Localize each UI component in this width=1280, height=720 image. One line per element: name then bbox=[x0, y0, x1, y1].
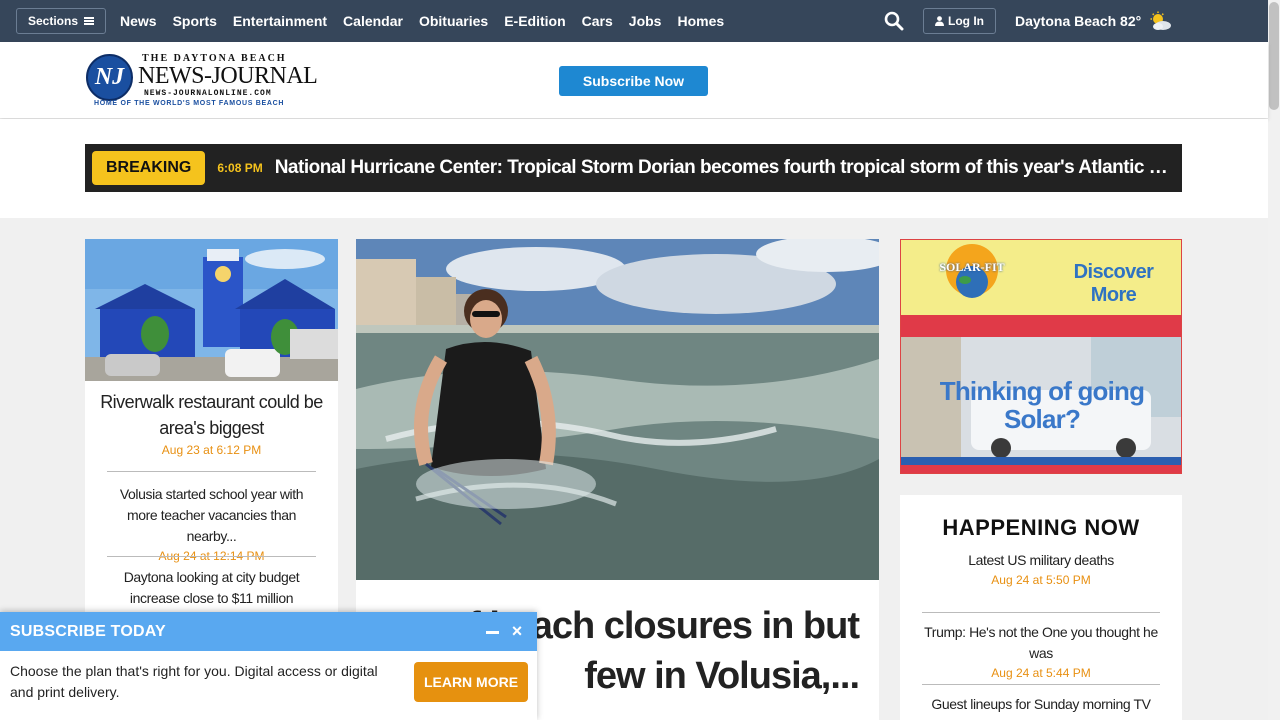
happening-headline[interactable]: Trump: He's not the One you thought he w… bbox=[922, 622, 1160, 664]
weather-text: Daytona Beach 82° bbox=[1015, 13, 1142, 29]
story-card[interactable]: Daytona looking at city budget increase … bbox=[103, 567, 320, 609]
happening-now-title: HAPPENING NOW bbox=[942, 515, 1140, 540]
nav-link-obituaries[interactable]: Obituaries bbox=[419, 13, 488, 29]
subscribe-now-button[interactable]: Subscribe Now bbox=[559, 66, 708, 96]
popup-header: SUBSCRIBE TODAY bbox=[0, 612, 537, 651]
sections-label: Sections bbox=[28, 14, 79, 28]
login-label: Log In bbox=[948, 14, 984, 28]
subscribe-popup: SUBSCRIBE TODAY × Choose the plan that's… bbox=[0, 612, 537, 720]
happening-item[interactable]: Guest lineups for Sunday morning TV news… bbox=[922, 694, 1160, 720]
story-headline[interactable]: Volusia started school year with more te… bbox=[103, 484, 320, 547]
hamburger-icon bbox=[84, 17, 95, 25]
search-icon[interactable] bbox=[884, 11, 904, 31]
happening-item[interactable]: Trump: He's not the One you thought he w… bbox=[922, 622, 1160, 680]
nav-link-homes[interactable]: Homes bbox=[677, 13, 724, 29]
happening-item[interactable]: Latest US military deaths Aug 24 at 5:50… bbox=[922, 550, 1160, 587]
nav-link-entertainment[interactable]: Entertainment bbox=[233, 13, 327, 29]
happening-headline[interactable]: Guest lineups for Sunday morning TV news… bbox=[922, 694, 1160, 720]
riverwalk-restaurant-image[interactable] bbox=[85, 239, 338, 381]
site-logo[interactable]: NJ THE DAYTONA BEACH NEWS-JOURNAL NEWS-J… bbox=[86, 52, 318, 110]
logo-line-3: NEWS-JOURNALONLINE.COM bbox=[144, 89, 272, 98]
nav-link-sports[interactable]: Sports bbox=[173, 13, 217, 29]
minimize-icon[interactable] bbox=[486, 631, 499, 634]
ad-tagline: Thinking of going Solar? bbox=[931, 377, 1153, 433]
popup-description: Choose the plan that's right for you. Di… bbox=[10, 663, 378, 700]
story-card[interactable]: Volusia started school year with more te… bbox=[103, 484, 320, 563]
happening-divider bbox=[922, 612, 1160, 613]
breaking-news-bar[interactable]: BREAKING 6:08 PM National Hurricane Cent… bbox=[85, 144, 1182, 192]
breaking-headline[interactable]: National Hurricane Center: Tropical Stor… bbox=[275, 157, 1182, 179]
nav-link-cars[interactable]: Cars bbox=[582, 13, 613, 29]
close-icon[interactable]: × bbox=[508, 621, 526, 641]
top-navigation-bar: Sections News Sports Entertainment Calen… bbox=[0, 0, 1268, 42]
nav-link-e-edition[interactable]: E-Edition bbox=[504, 13, 565, 29]
solar-fit-advertisement[interactable]: SOLAR-FIT Discover More Thinking of goin… bbox=[900, 239, 1182, 474]
partly-cloudy-icon bbox=[1150, 11, 1172, 30]
ad-tagline-line1: Thinking of going bbox=[939, 376, 1145, 406]
learn-more-button[interactable]: LEARN MORE bbox=[414, 662, 528, 702]
story-divider bbox=[107, 556, 316, 557]
happening-timestamp: Aug 24 at 5:50 PM bbox=[991, 573, 1091, 587]
happening-headline[interactable]: Latest US military deaths bbox=[922, 550, 1160, 571]
weather-widget[interactable]: Daytona Beach 82° bbox=[1015, 0, 1173, 42]
logo-mark: NJ bbox=[86, 54, 133, 101]
breaking-news-section: BREAKING 6:08 PM National Hurricane Cent… bbox=[0, 119, 1268, 218]
happening-divider bbox=[922, 684, 1160, 685]
sections-menu-button[interactable]: Sections bbox=[16, 8, 107, 34]
story-timestamp: Aug 23 at 6:12 PM bbox=[161, 443, 262, 457]
nav-link-calendar[interactable]: Calendar bbox=[343, 13, 403, 29]
happening-timestamp: Aug 24 at 5:44 PM bbox=[991, 666, 1091, 680]
ad-tagline-line2: Solar? bbox=[1003, 404, 1081, 434]
scrollbar-thumb[interactable] bbox=[1269, 2, 1279, 110]
login-button[interactable]: Log In bbox=[923, 8, 996, 34]
story-card[interactable]: Riverwalk restaurant could be area's big… bbox=[100, 389, 323, 457]
nav-links: News Sports Entertainment Calendar Obitu… bbox=[120, 0, 724, 42]
breaking-badge: BREAKING bbox=[92, 151, 206, 185]
ad-discover-more[interactable]: Discover More bbox=[1051, 261, 1176, 307]
story-headline[interactable]: Riverwalk restaurant could be area's big… bbox=[100, 389, 323, 441]
user-icon bbox=[935, 16, 944, 26]
logo-tagline: HOME OF THE WORLD'S MOST FAMOUS BEACH bbox=[94, 100, 285, 107]
logo-line-2: NEWS-JOURNAL bbox=[138, 63, 318, 89]
beach-feature-image[interactable] bbox=[356, 239, 879, 580]
popup-title: SUBSCRIBE TODAY bbox=[10, 622, 166, 640]
story-headline[interactable]: Daytona looking at city budget increase … bbox=[103, 567, 320, 609]
ad-brand: SOLAR-FIT bbox=[939, 260, 1005, 274]
happening-now-panel: HAPPENING NOW Latest US military deaths … bbox=[900, 495, 1182, 720]
breaking-time: 6:08 PM bbox=[217, 161, 263, 175]
nav-link-jobs[interactable]: Jobs bbox=[629, 13, 662, 29]
page-scrollbar[interactable] bbox=[1268, 0, 1280, 720]
story-divider bbox=[107, 471, 316, 472]
masthead: NJ THE DAYTONA BEACH NEWS-JOURNAL NEWS-J… bbox=[0, 42, 1268, 118]
nav-link-news[interactable]: News bbox=[120, 13, 157, 29]
